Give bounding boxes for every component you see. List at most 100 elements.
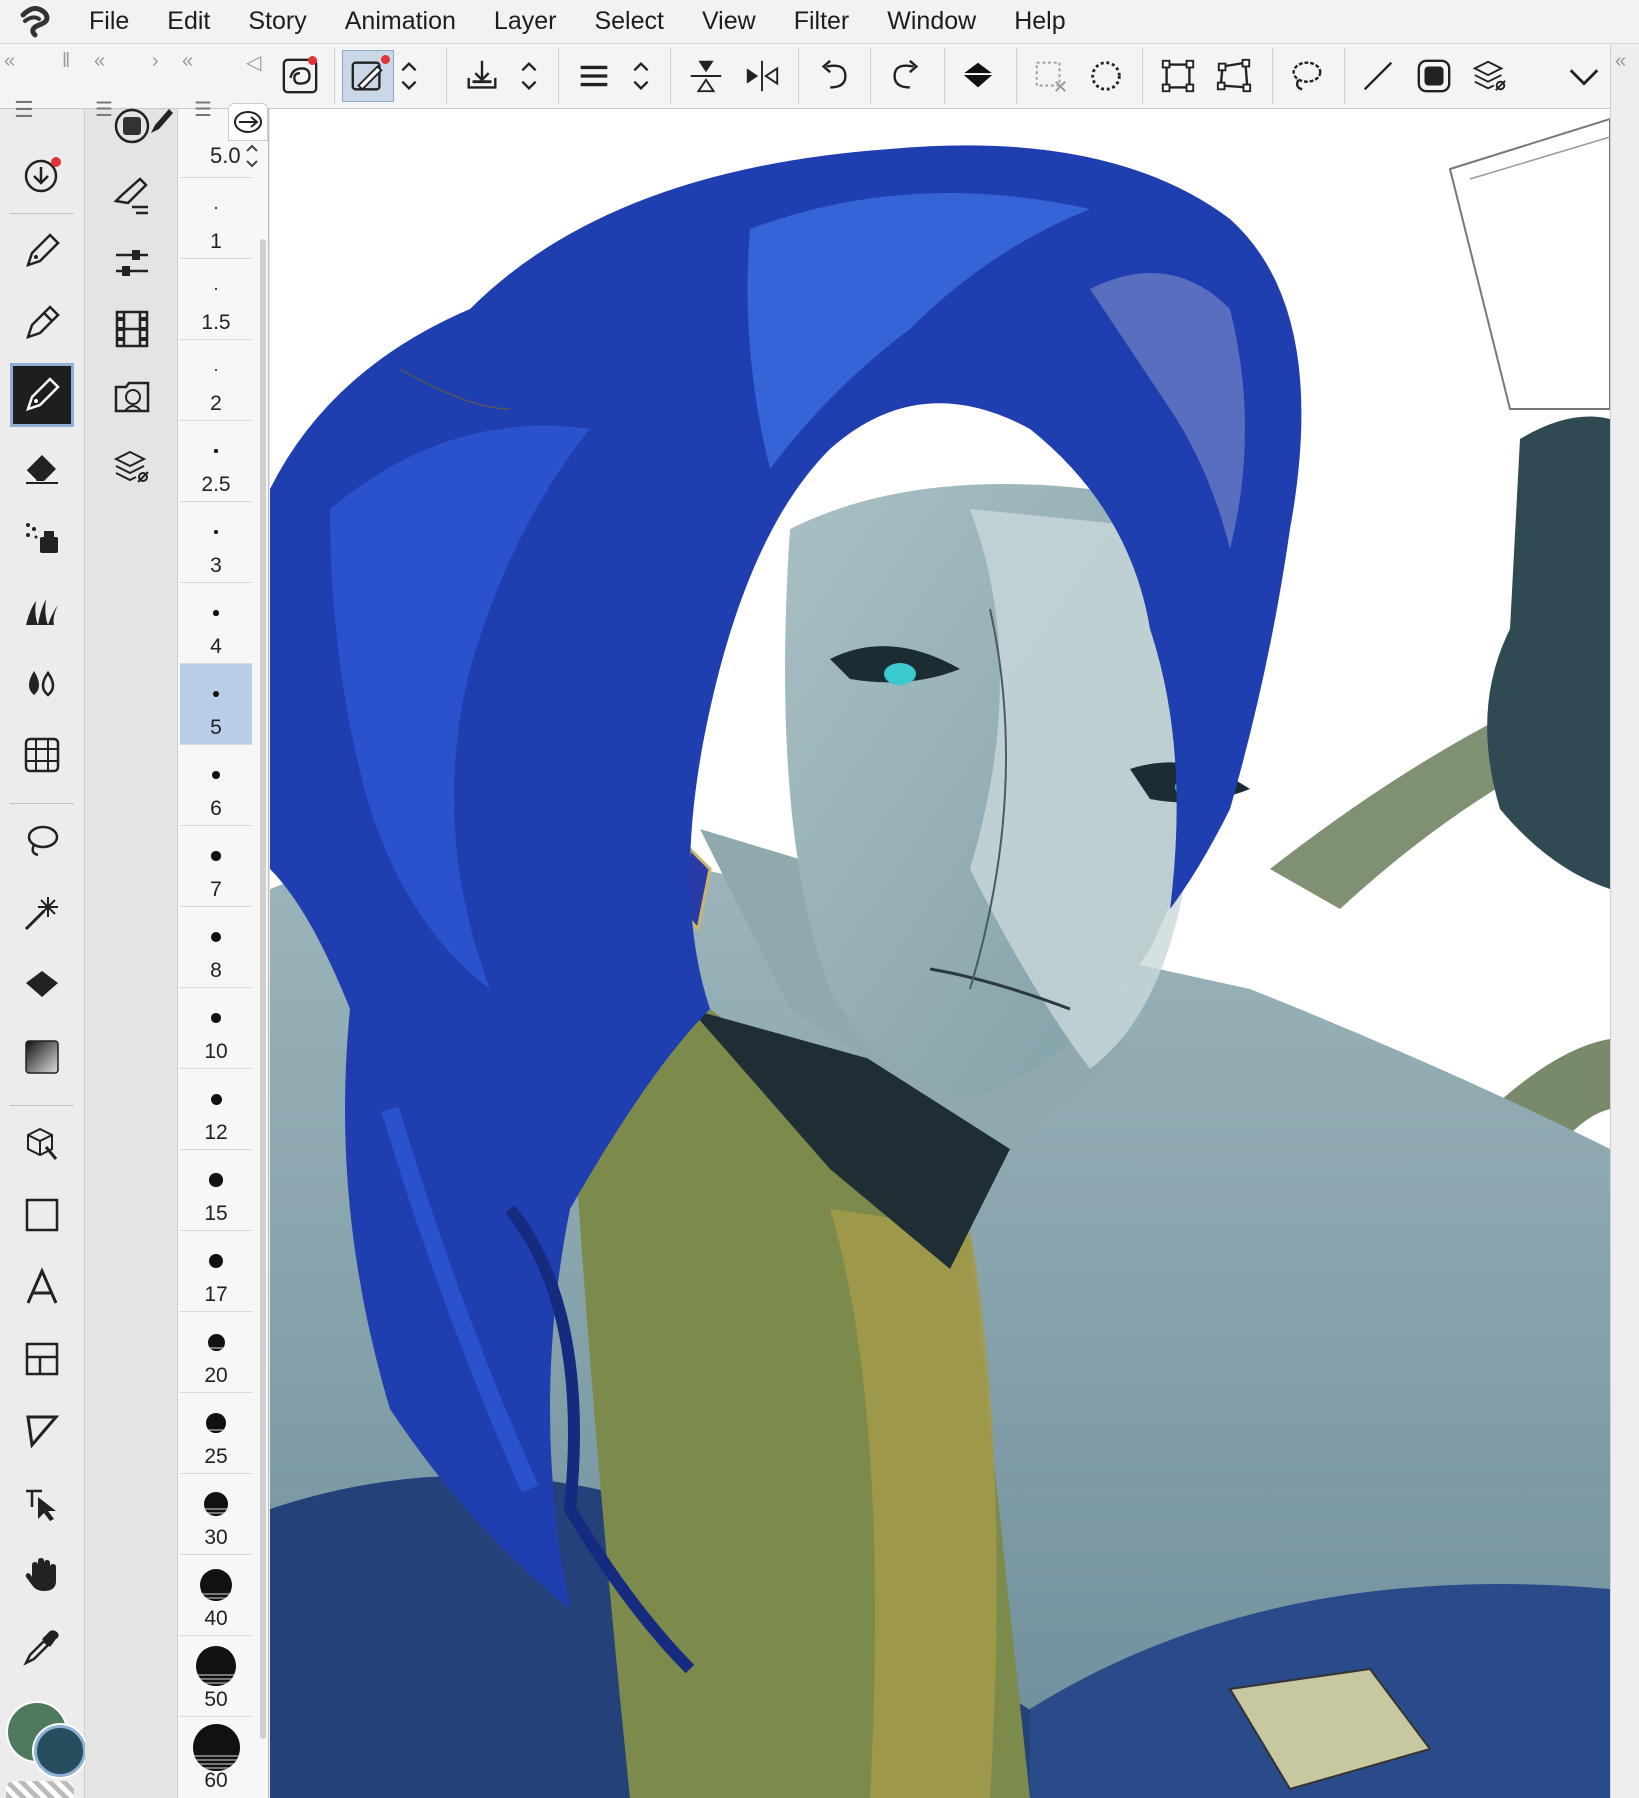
- mask-icon[interactable]: [1408, 50, 1460, 102]
- menu-story[interactable]: Story: [229, 7, 325, 36]
- collapse-left-icon[interactable]: «: [1615, 50, 1626, 73]
- sync-icon[interactable]: [274, 50, 326, 102]
- panel-menu-icon[interactable]: ☰: [14, 97, 34, 123]
- spinner-icon[interactable]: [245, 141, 259, 171]
- chevron-right-icon[interactable]: ›: [152, 50, 159, 73]
- spinner-icon[interactable]: [626, 50, 656, 102]
- brush-size-item[interactable]: 30: [180, 1473, 252, 1554]
- fill-icon[interactable]: [10, 953, 74, 1017]
- brush-pen-icon[interactable]: [10, 363, 74, 427]
- flip-horizontal-icon[interactable]: [736, 50, 788, 102]
- fill-bucket-icon[interactable]: [952, 50, 1004, 102]
- brush-size-label: 2: [210, 392, 222, 415]
- tool-property-icon[interactable]: [105, 170, 159, 224]
- line-correction-icon[interactable]: [342, 50, 394, 102]
- deselect-icon[interactable]: [1024, 50, 1076, 102]
- brush-size-item[interactable]: 12: [180, 1068, 252, 1149]
- collapse-left-icon[interactable]: «: [182, 50, 193, 73]
- brush-size-preview-dot: [211, 1013, 221, 1023]
- magic-wand-icon[interactable]: [10, 881, 74, 945]
- brush-size-item[interactable]: 5: [180, 663, 252, 744]
- panel-menu-icon[interactable]: ☰: [194, 97, 212, 122]
- decoration-icon[interactable]: [10, 579, 74, 643]
- gradient-icon[interactable]: [10, 1025, 74, 1089]
- brush-size-item[interactable]: 4: [180, 582, 252, 663]
- brush-size-item[interactable]: 2.5: [180, 420, 252, 501]
- menu-edit[interactable]: Edit: [148, 7, 229, 36]
- brush-size-label: 6: [210, 797, 222, 820]
- select-all-icon[interactable]: [1080, 50, 1132, 102]
- panel-grip-icon[interactable]: ‖: [62, 50, 70, 73]
- frame-border-icon[interactable]: [10, 1327, 74, 1391]
- free-transform-icon[interactable]: [1208, 50, 1260, 102]
- palette-tab-icon[interactable]: [228, 103, 268, 141]
- rectangle-icon[interactable]: [10, 1183, 74, 1247]
- brush-size-item[interactable]: 15: [180, 1149, 252, 1230]
- flip-vertical-icon[interactable]: [680, 50, 732, 102]
- line-icon[interactable]: [1352, 50, 1404, 102]
- timeline-film-icon[interactable]: [105, 302, 159, 356]
- brush-size-item[interactable]: 40: [180, 1554, 252, 1635]
- 3d-figure-icon[interactable]: [10, 1111, 74, 1175]
- redo-icon[interactable]: [880, 50, 932, 102]
- brush-size-item[interactable]: 7: [180, 825, 252, 906]
- brush-size-item[interactable]: 3: [180, 501, 252, 582]
- layer-settings-icon[interactable]: [1464, 50, 1516, 102]
- menu-layer[interactable]: Layer: [475, 7, 576, 36]
- pencil-icon[interactable]: [10, 291, 74, 355]
- spinner-icon[interactable]: [394, 50, 424, 102]
- blend-icon[interactable]: [10, 651, 74, 715]
- brush-size-value-field[interactable]: 5.0: [180, 137, 264, 175]
- drawing-canvas[interactable]: [270, 109, 1610, 1798]
- menu-file[interactable]: File: [70, 7, 148, 36]
- lasso-icon[interactable]: [10, 809, 74, 873]
- object-select-icon[interactable]: [10, 1471, 74, 1535]
- menu-select[interactable]: Select: [575, 7, 682, 36]
- balloon-icon[interactable]: [10, 1399, 74, 1463]
- brush-size-item[interactable]: 60: [180, 1716, 252, 1797]
- hand-icon[interactable]: [10, 1543, 74, 1607]
- layer-mask-icon[interactable]: [105, 99, 159, 153]
- import-icon[interactable]: [456, 50, 508, 102]
- menu-lines-icon[interactable]: [568, 50, 620, 102]
- eraser-icon[interactable]: [10, 435, 74, 499]
- pen-icon[interactable]: [10, 219, 74, 283]
- collapse-left-icon[interactable]: «: [4, 50, 15, 73]
- brush-size-item[interactable]: 17: [180, 1230, 252, 1311]
- brush-size-item[interactable]: 1: [180, 177, 252, 258]
- eyedropper-icon[interactable]: [10, 1615, 74, 1679]
- collapse-left-icon[interactable]: «: [94, 50, 105, 73]
- layer-property-icon[interactable]: [105, 440, 159, 494]
- material-icon[interactable]: [105, 370, 159, 424]
- perspective-grid-icon[interactable]: [10, 723, 74, 787]
- sub-color-swatch[interactable]: [34, 1725, 86, 1777]
- download-icon[interactable]: [10, 143, 74, 207]
- menu-filter[interactable]: Filter: [775, 7, 869, 36]
- brush-size-label: 60: [204, 1769, 228, 1792]
- palette-scrollbar[interactable]: [260, 239, 266, 1739]
- sliders-icon[interactable]: [105, 236, 159, 290]
- menu-animation[interactable]: Animation: [326, 7, 475, 36]
- undo-icon[interactable]: [808, 50, 860, 102]
- brush-size-item[interactable]: 2: [180, 339, 252, 420]
- text-icon[interactable]: [10, 1255, 74, 1319]
- app-logo-icon[interactable]: [0, 0, 70, 43]
- brush-size-preview-dot: [203, 1491, 229, 1517]
- spinner-icon[interactable]: [514, 50, 544, 102]
- transform-icon[interactable]: [1152, 50, 1204, 102]
- lasso-icon[interactable]: [1280, 50, 1332, 102]
- panel-grip-icon[interactable]: ◁: [246, 50, 261, 75]
- brush-size-item[interactable]: 8: [180, 906, 252, 987]
- airbrush-icon[interactable]: [10, 507, 74, 571]
- menu-view[interactable]: View: [683, 7, 775, 36]
- brush-size-item[interactable]: 1.5: [180, 258, 252, 339]
- brush-size-item[interactable]: 25: [180, 1392, 252, 1473]
- brush-size-item[interactable]: 20: [180, 1311, 252, 1392]
- brush-size-item[interactable]: 6: [180, 744, 252, 825]
- menu-help[interactable]: Help: [995, 7, 1084, 36]
- more-chevron-icon[interactable]: [1558, 50, 1610, 102]
- menu-window[interactable]: Window: [868, 7, 995, 36]
- brush-size-item[interactable]: 50: [180, 1635, 252, 1716]
- transparent-color-swatch[interactable]: [6, 1781, 74, 1798]
- brush-size-item[interactable]: 10: [180, 987, 252, 1068]
